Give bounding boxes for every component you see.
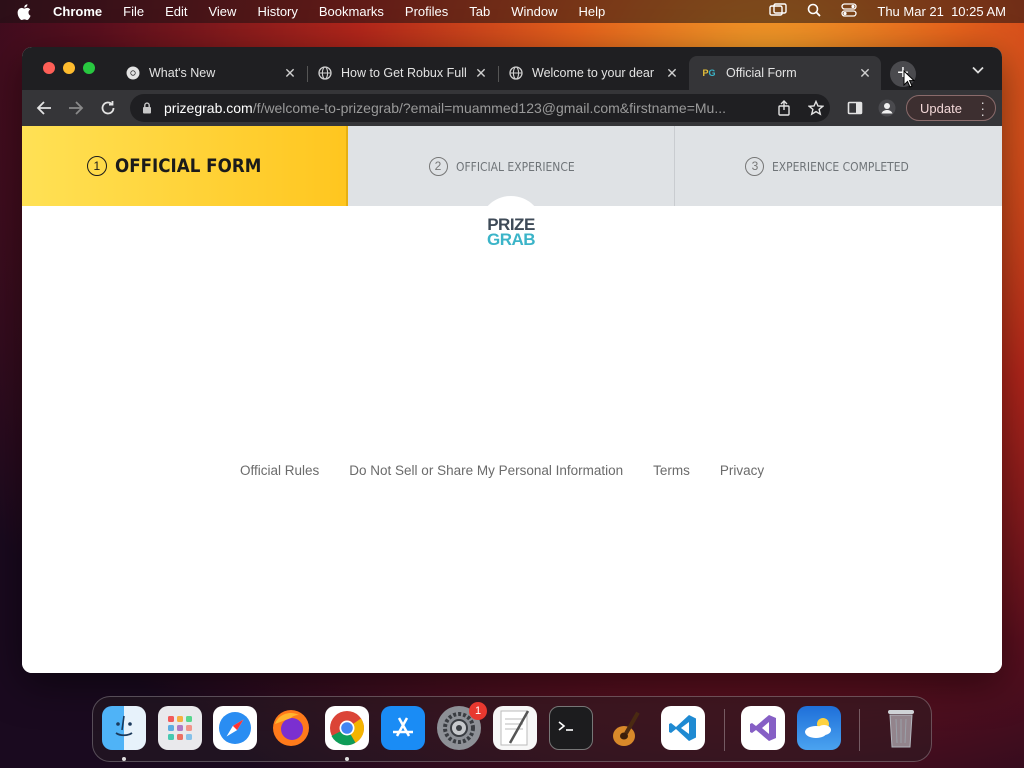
terminal-icon[interactable] [549, 706, 593, 750]
step-number: 3 [745, 156, 765, 176]
step-official-experience: 2 OFFICIAL EXPERIENCE [348, 126, 675, 206]
vscode-icon[interactable] [661, 706, 705, 750]
profile-avatar-icon[interactable] [877, 98, 897, 118]
tab-title: Welcome to your dear [532, 66, 655, 80]
chrome-icon [126, 66, 140, 80]
do-not-sell-link[interactable]: Do Not Sell or Share My Personal Informa… [349, 463, 623, 478]
step-label: OFFICIAL FORM [114, 155, 262, 177]
dock-separator [859, 709, 860, 751]
close-tab-icon[interactable]: ✕ [473, 65, 489, 82]
mouse-cursor-icon [903, 69, 916, 93]
step-label: OFFICIAL EXPERIENCE [455, 158, 575, 174]
menu-profiles[interactable]: Profiles [405, 4, 448, 19]
step-official-form: 1 OFFICIAL FORM [22, 126, 348, 206]
notification-badge: 1 [469, 702, 487, 720]
running-indicator [122, 757, 126, 761]
menu-tab[interactable]: Tab [469, 4, 490, 19]
url-path: /f/welcome-to-prizegrab/?email=muammed12… [252, 100, 726, 116]
apple-icon[interactable] [17, 3, 37, 20]
step-number: 2 [428, 156, 448, 176]
prizegrab-favicon: PG [702, 68, 716, 78]
tab-welcome[interactable]: Welcome to your dear ✕ [497, 56, 688, 90]
garageband-icon[interactable] [605, 706, 649, 750]
side-panel-icon[interactable] [845, 98, 865, 118]
visual-studio-icon[interactable] [741, 706, 785, 750]
trash-icon[interactable] [879, 706, 923, 750]
app-store-icon[interactable] [381, 706, 425, 750]
menu-edit[interactable]: Edit [165, 4, 187, 19]
privacy-link[interactable]: Privacy [720, 463, 764, 478]
minimize-window-button[interactable] [63, 62, 75, 74]
weather-icon[interactable] [797, 706, 841, 750]
browser-toolbar: prizegrab.com/f/welcome-to-prizegrab/?em… [22, 90, 1002, 126]
tab-strip: What's New ✕ How to Get Robux Full ✕ Wel… [22, 47, 1002, 90]
tab-robux[interactable]: How to Get Robux Full ✕ [306, 56, 497, 90]
finder-icon[interactable] [102, 706, 146, 750]
url-text: prizegrab.com/f/welcome-to-prizegrab/?em… [164, 100, 764, 116]
dock: 1 [92, 696, 932, 762]
reload-button[interactable] [98, 98, 118, 118]
textedit-icon[interactable] [493, 706, 537, 750]
chrome-icon[interactable] [325, 706, 369, 750]
menu-help[interactable]: Help [579, 4, 606, 19]
zoom-window-button[interactable] [83, 62, 95, 74]
url-host: prizegrab.com [164, 100, 253, 116]
close-tab-icon[interactable]: ✕ [664, 65, 680, 82]
forward-button[interactable] [66, 98, 86, 118]
back-button[interactable] [34, 98, 54, 118]
tab-title: What's New [149, 66, 216, 80]
logo-line-2: GRAB [486, 230, 536, 249]
prizegrab-logo: PRIZE GRAB [479, 196, 543, 260]
tab-search-chevron-icon[interactable] [972, 63, 984, 77]
globe-icon [509, 66, 523, 80]
bookmark-star-icon[interactable] [806, 98, 826, 118]
menu-history[interactable]: History [257, 4, 297, 19]
spotlight-search-icon[interactable] [807, 3, 822, 20]
close-window-button[interactable] [43, 62, 55, 74]
menu-bookmarks[interactable]: Bookmarks [319, 4, 384, 19]
step-experience-completed: 3 EXPERIENCE COMPLETED [675, 126, 1002, 206]
tab-whats-new[interactable]: What's New ✕ [114, 56, 306, 90]
menu-window[interactable]: Window [511, 4, 557, 19]
safari-icon[interactable] [213, 706, 257, 750]
tab-official-form[interactable]: PG Official Form ✕ [689, 56, 881, 90]
tab-title: Official Form [726, 66, 797, 80]
progress-steps: 1 OFFICIAL FORM 2 OFFICIAL EXPERIENCE 3 … [22, 126, 1002, 206]
lock-icon[interactable] [142, 102, 154, 114]
address-bar[interactable]: prizegrab.com/f/welcome-to-prizegrab/?em… [130, 94, 830, 122]
screen-mirroring-icon[interactable] [769, 3, 788, 20]
launchpad-icon[interactable] [158, 706, 202, 750]
official-rules-link[interactable]: Official Rules [240, 463, 319, 478]
control-center-icon[interactable] [841, 3, 858, 20]
terms-link[interactable]: Terms [653, 463, 690, 478]
globe-icon [318, 66, 332, 80]
menu-app-name[interactable]: Chrome [53, 4, 102, 19]
share-icon[interactable] [774, 98, 794, 118]
update-button[interactable]: Update · · · [906, 95, 996, 121]
tab-title: How to Get Robux Full [341, 66, 467, 80]
running-indicator [345, 757, 349, 761]
menubar-clock[interactable]: Thu Mar 21 10:25 AM [877, 4, 1006, 19]
update-label: Update [920, 100, 962, 116]
footer-links: Official Rules Do Not Sell or Share My P… [240, 463, 764, 478]
close-tab-icon[interactable]: ✕ [857, 65, 873, 82]
chrome-window: What's New ✕ How to Get Robux Full ✕ Wel… [22, 47, 1002, 673]
menu-file[interactable]: File [123, 4, 144, 19]
page-content: 1 OFFICIAL FORM 2 OFFICIAL EXPERIENCE 3 … [22, 126, 1002, 673]
step-number: 1 [86, 156, 107, 176]
dock-separator [724, 709, 725, 751]
menu-bar: Chrome File Edit View History Bookmarks … [0, 0, 1024, 23]
firefox-icon[interactable] [269, 706, 313, 750]
close-tab-icon[interactable]: ✕ [282, 65, 298, 82]
more-menu-icon[interactable]: · · · [980, 95, 985, 121]
step-label: EXPERIENCE COMPLETED [772, 158, 910, 174]
menu-view[interactable]: View [208, 4, 236, 19]
